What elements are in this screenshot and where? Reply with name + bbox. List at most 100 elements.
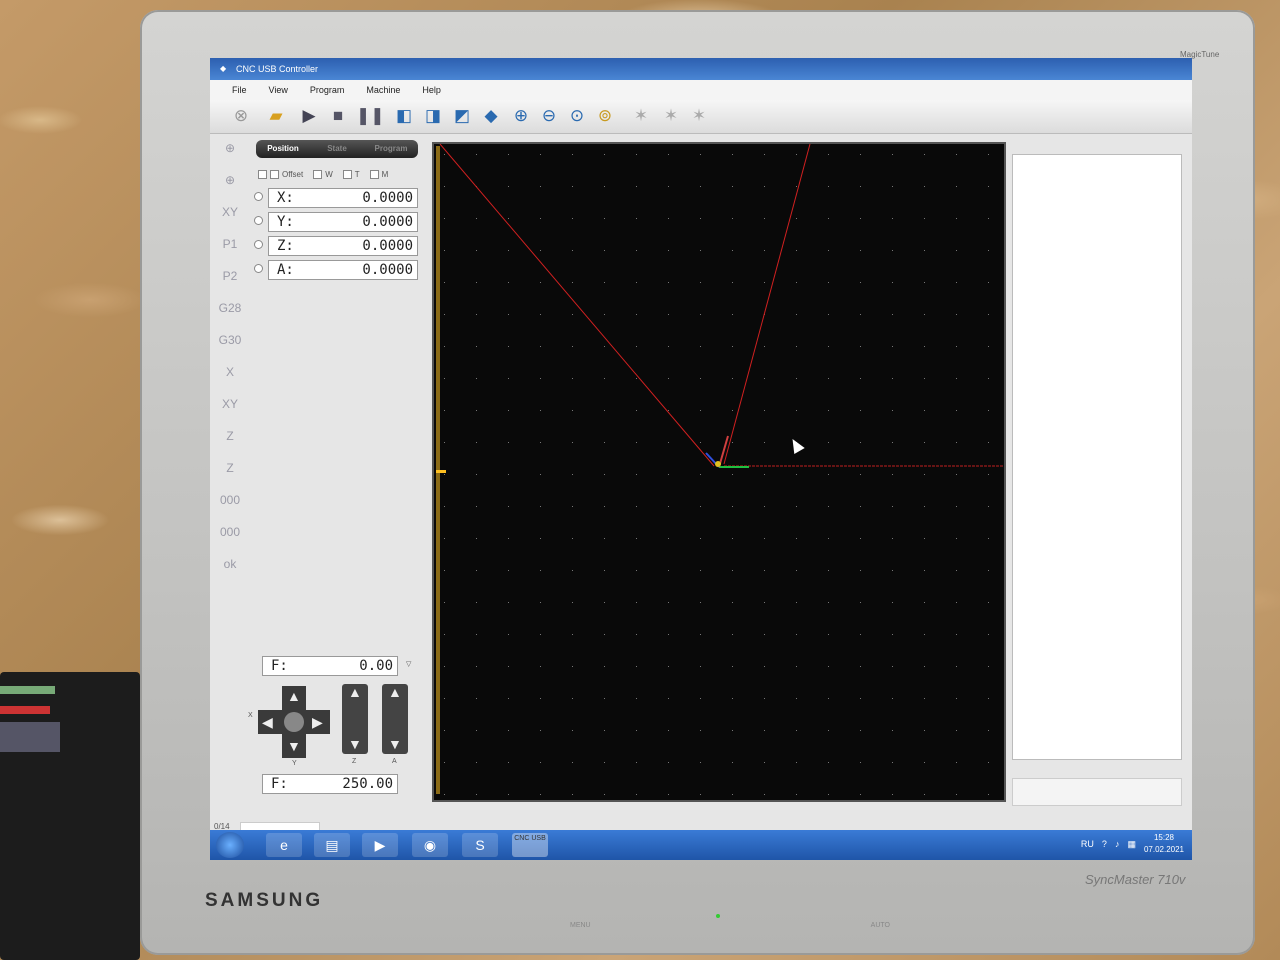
cnc-usb-taskbar-item[interactable]: CNC USB bbox=[512, 833, 548, 857]
grid-dot bbox=[988, 442, 989, 443]
menu-view[interactable]: View bbox=[269, 85, 288, 100]
menu-program[interactable]: Program bbox=[310, 85, 345, 100]
z-coord-field[interactable]: Z: 0.0000 bbox=[268, 236, 418, 256]
strip-item[interactable]: 000 bbox=[220, 486, 240, 514]
jog-y-plus-button[interactable]: ▲ bbox=[287, 688, 301, 704]
grid-dot bbox=[764, 698, 765, 699]
clock[interactable]: 15:28 07.02.2021 bbox=[1144, 832, 1184, 856]
jog-z-plus-button[interactable]: ▲ bbox=[348, 684, 362, 700]
gcode-panel[interactable] bbox=[1012, 154, 1182, 760]
play-icon[interactable]: ▶ bbox=[298, 105, 320, 127]
menu-machine[interactable]: Machine bbox=[366, 85, 400, 100]
tool-3-icon[interactable]: ✶ bbox=[688, 105, 710, 127]
gcode-input[interactable] bbox=[1012, 778, 1182, 806]
grid-dot bbox=[700, 506, 701, 507]
a-axis-radio[interactable] bbox=[254, 264, 263, 273]
view-iso-icon[interactable]: ◧ bbox=[393, 105, 415, 127]
strip-item[interactable]: G28 bbox=[219, 294, 242, 322]
y-axis-radio[interactable] bbox=[254, 216, 263, 225]
zoom-in-icon[interactable]: ⊕ bbox=[510, 105, 532, 127]
grid-dot bbox=[700, 378, 701, 379]
grid-dot bbox=[860, 602, 861, 603]
m-checkbox[interactable]: M bbox=[369, 170, 388, 180]
offset-checkbox[interactable]: Offset bbox=[258, 170, 303, 180]
zoom-fit-icon[interactable]: ⊙ bbox=[566, 105, 588, 127]
strip-item[interactable]: P1 bbox=[223, 230, 238, 258]
jog-x-minus-button[interactable]: ◀ bbox=[262, 714, 273, 731]
grid-dot bbox=[572, 218, 573, 219]
open-folder-icon[interactable]: ▰ bbox=[265, 105, 287, 127]
strip-item[interactable]: X bbox=[226, 358, 234, 386]
strip-item[interactable]: G30 bbox=[219, 326, 242, 354]
grid-dot bbox=[700, 410, 701, 411]
power-led bbox=[716, 914, 720, 918]
jog-a-minus-button[interactable]: ▼ bbox=[388, 736, 402, 752]
speaker-icon[interactable]: ♪ bbox=[1115, 839, 1120, 849]
strip-item[interactable]: ⊕ bbox=[225, 166, 235, 194]
jog-a-plus-button[interactable]: ▲ bbox=[388, 684, 402, 700]
zoom-out-icon[interactable]: ⊖ bbox=[538, 105, 560, 127]
w-checkbox[interactable]: W bbox=[313, 170, 333, 180]
y-coord-field[interactable]: Y: 0.0000 bbox=[268, 212, 418, 232]
skype-icon[interactable]: S bbox=[462, 833, 498, 857]
strip-item[interactable]: XY bbox=[222, 198, 238, 226]
chrome-icon[interactable]: ◉ bbox=[412, 833, 448, 857]
grid-dot bbox=[444, 538, 445, 539]
x-coord-field[interactable]: X: 0.0000 bbox=[268, 188, 418, 208]
toolpath-line-1 bbox=[439, 143, 715, 467]
grid-dot bbox=[668, 442, 669, 443]
pause-icon[interactable]: ❚❚ bbox=[356, 105, 385, 127]
stop-circle-icon[interactable]: ⊗ bbox=[230, 105, 252, 127]
ie-icon[interactable]: e bbox=[266, 833, 302, 857]
tool-1-icon[interactable]: ✶ bbox=[630, 105, 652, 127]
tab-program[interactable]: Program bbox=[364, 140, 418, 158]
strip-item[interactable]: ⊕ bbox=[225, 134, 235, 162]
strip-item[interactable]: XY bbox=[222, 390, 238, 418]
start-button[interactable] bbox=[216, 832, 244, 858]
jog-z-minus-button[interactable]: ▼ bbox=[348, 736, 362, 752]
strip-item[interactable]: P2 bbox=[223, 262, 238, 290]
chevron-down-icon[interactable]: ▽ bbox=[406, 660, 411, 668]
grid-dot bbox=[540, 442, 541, 443]
network-icon[interactable]: ▦ bbox=[1127, 839, 1136, 850]
grid-dot bbox=[572, 410, 573, 411]
stop-icon[interactable]: ■ bbox=[327, 105, 349, 127]
strip-item[interactable]: ok bbox=[224, 550, 237, 578]
tool-2-icon[interactable]: ✶ bbox=[660, 105, 682, 127]
help-icon[interactable]: ? bbox=[1102, 839, 1107, 849]
strip-item[interactable]: 000 bbox=[220, 518, 240, 546]
z-axis-radio[interactable] bbox=[254, 240, 263, 249]
strip-item[interactable]: Z bbox=[226, 422, 233, 450]
grid-dot bbox=[604, 378, 605, 379]
explorer-icon[interactable]: ▤ bbox=[314, 833, 350, 857]
monitor-menu-button[interactable]: MENU bbox=[570, 922, 591, 929]
monitor-auto-button[interactable]: AUTO bbox=[871, 922, 890, 929]
strip-item[interactable]: Z bbox=[226, 454, 233, 482]
zoom-window-icon[interactable]: ⊚ bbox=[594, 105, 616, 127]
jog-feed-field[interactable]: F: 250.00 bbox=[262, 774, 398, 794]
view-3d-icon[interactable]: ◆ bbox=[480, 105, 502, 127]
x-axis-radio[interactable] bbox=[254, 192, 263, 201]
jog-z-label: Z bbox=[352, 758, 357, 765]
toolpath-canvas bbox=[439, 143, 1004, 795]
toolpath-viewport[interactable] bbox=[432, 142, 1006, 802]
language-indicator[interactable]: RU bbox=[1081, 839, 1094, 849]
grid-dot bbox=[444, 282, 445, 283]
grid-dot bbox=[636, 442, 637, 443]
grid-dot bbox=[892, 538, 893, 539]
grid-dot bbox=[540, 602, 541, 603]
jog-x-plus-button[interactable]: ▶ bbox=[312, 714, 323, 731]
t-checkbox[interactable]: T bbox=[342, 170, 360, 180]
menu-file[interactable]: File bbox=[232, 85, 247, 100]
grid-dot bbox=[636, 698, 637, 699]
tab-state[interactable]: State bbox=[310, 140, 364, 158]
a-coord-field[interactable]: A: 0.0000 bbox=[268, 260, 418, 280]
jog-y-minus-button[interactable]: ▼ bbox=[287, 738, 301, 754]
grid-dot bbox=[924, 442, 925, 443]
menu-help[interactable]: Help bbox=[422, 85, 441, 100]
tab-position[interactable]: Position bbox=[256, 140, 310, 158]
view-side-icon[interactable]: ◩ bbox=[451, 105, 473, 127]
media-player-icon[interactable]: ▶ bbox=[362, 833, 398, 857]
grid-dot bbox=[924, 762, 925, 763]
view-front-icon[interactable]: ◨ bbox=[422, 105, 444, 127]
